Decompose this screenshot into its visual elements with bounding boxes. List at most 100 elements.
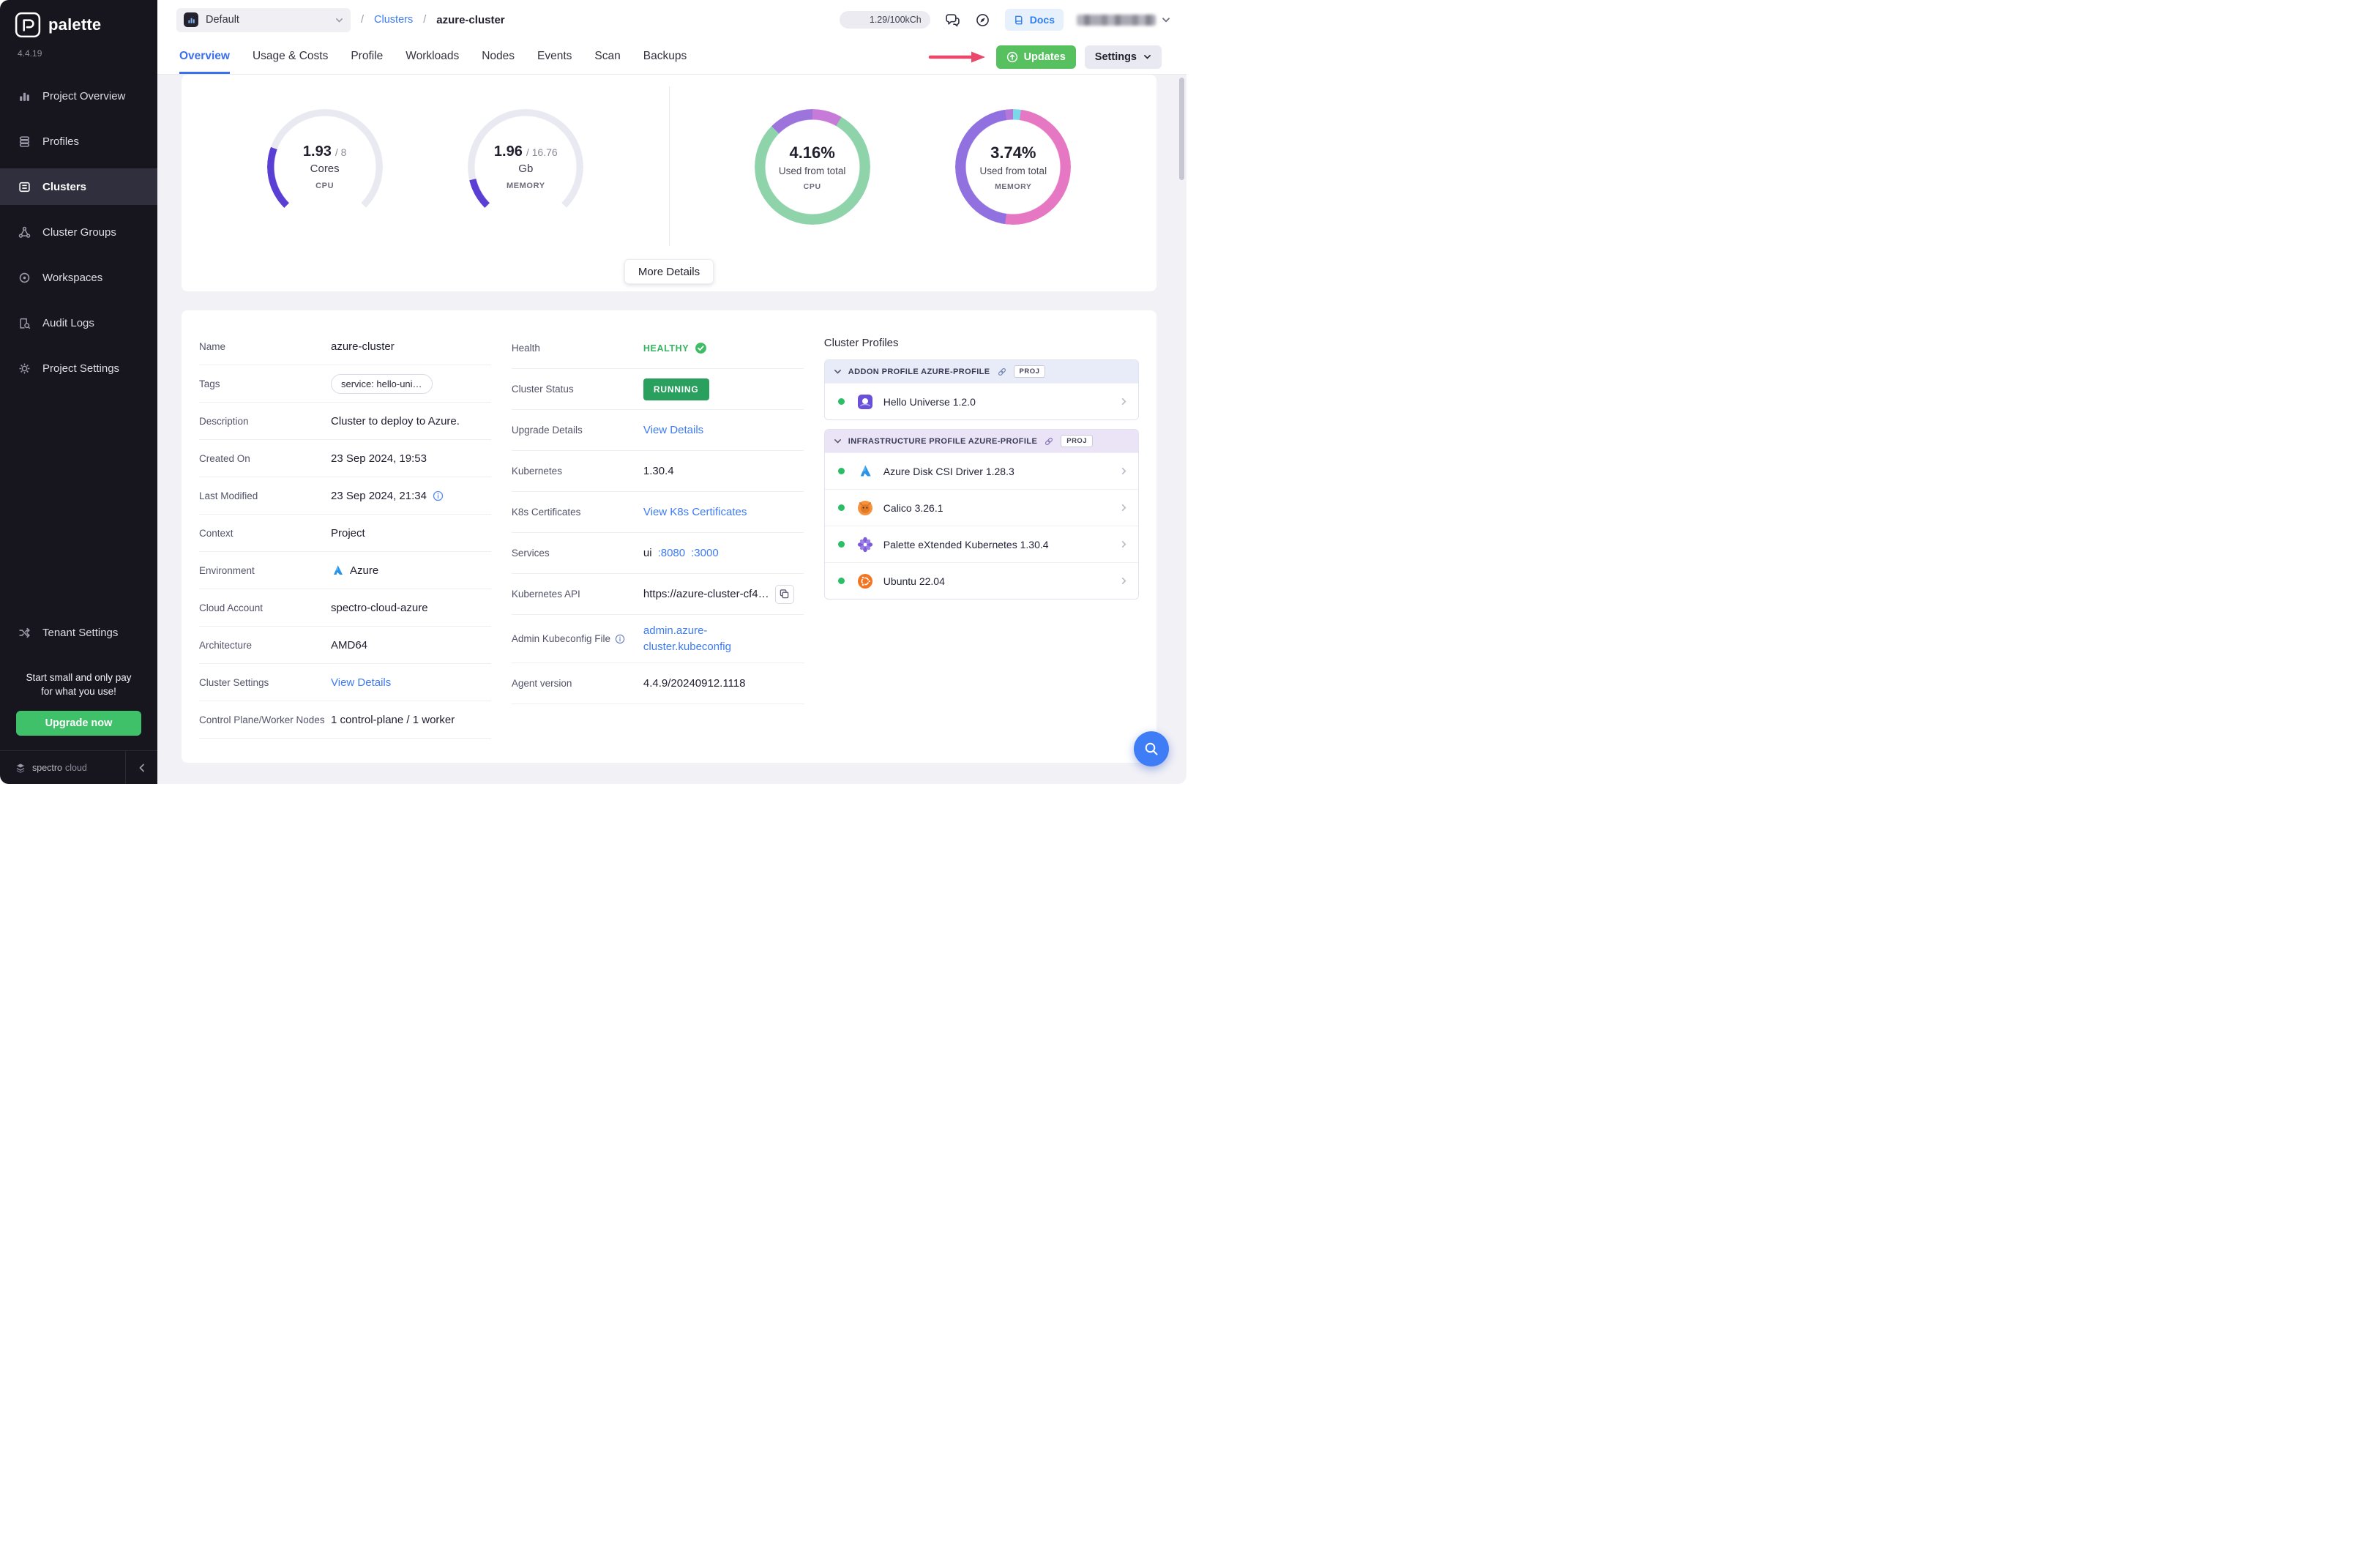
cpu-ring-label: CPU: [804, 182, 821, 191]
more-details-button[interactable]: More Details: [624, 259, 714, 284]
sidebar-item-tenant-settings[interactable]: Tenant Settings: [0, 615, 157, 652]
info-icon[interactable]: [433, 490, 444, 501]
admin-kubeconfig-link[interactable]: admin.azure-cluster.kubeconfig: [643, 623, 746, 655]
row-services: Services ui :8080 :3000: [512, 533, 804, 574]
row-label: Kubernetes API: [512, 589, 643, 600]
info-icon[interactable]: [615, 634, 625, 644]
copy-icon[interactable]: [775, 585, 794, 604]
promo-line-2: for what you use!: [0, 684, 157, 699]
chevron-left-icon: [138, 764, 146, 772]
chevron-right-icon: [1120, 397, 1128, 406]
stack-icon: [18, 135, 31, 148]
sidebar-footer: spectro cloud: [0, 750, 157, 784]
infrastructure-profile-title: INFRASTRUCTURE PROFILE AZURE-PROFILE: [848, 437, 1037, 446]
profile-item-ubuntu[interactable]: Ubuntu 22.04: [825, 562, 1138, 599]
chevron-right-icon: [1120, 577, 1128, 585]
cpu-ring-text: 4.16% Used from total CPU: [755, 109, 870, 225]
docs-button-label: Docs: [1030, 14, 1055, 26]
profile-item-name: Palette eXtended Kubernetes 1.30.4: [883, 539, 1049, 550]
search-icon: [1143, 741, 1159, 757]
profile-item-name: Azure Disk CSI Driver 1.28.3: [883, 466, 1014, 477]
compass-icon[interactable]: [974, 11, 992, 29]
sidebar-item-cluster-groups[interactable]: Cluster Groups: [0, 214, 157, 250]
memory-ring-label: MEMORY: [995, 182, 1031, 191]
tab-usage-costs[interactable]: Usage & Costs: [253, 40, 328, 74]
sidebar-item-audit-logs[interactable]: Audit Logs: [0, 305, 157, 341]
running-status-badge[interactable]: RUNNING: [643, 378, 709, 400]
row-control-plane-nodes: Control Plane/Worker Nodes 1 control-pla…: [199, 701, 491, 739]
search-fab-button[interactable]: [1134, 731, 1169, 766]
chevron-right-icon: [1120, 504, 1128, 512]
sidebar-item-profiles[interactable]: Profiles: [0, 123, 157, 160]
tab-nodes[interactable]: Nodes: [482, 40, 515, 74]
upgrade-view-details-link[interactable]: View Details: [643, 424, 703, 436]
sidebar-item-label: Profiles: [42, 135, 79, 148]
tab-workloads[interactable]: Workloads: [406, 40, 459, 74]
chat-icon[interactable]: [943, 11, 961, 29]
service-port-8080-link[interactable]: :8080: [658, 547, 686, 559]
cpu-used-percent: 4.16%: [789, 143, 834, 163]
chevron-down-icon: [1143, 53, 1151, 61]
cpu-gauge-text: 1.93/ 8 Cores CPU: [267, 109, 383, 225]
addon-profile-header[interactable]: ADDON PROFILE AZURE-PROFILE PROJ: [825, 360, 1138, 383]
row-label: Created On: [199, 453, 331, 464]
settings-button[interactable]: Settings: [1085, 45, 1162, 69]
breadcrumb-clusters-link[interactable]: Clusters: [374, 14, 413, 26]
row-kubernetes-api: Kubernetes API https://azure-cluster-cf4…: [512, 574, 804, 615]
status-dot: [838, 504, 845, 511]
row-label: Tags: [199, 378, 331, 389]
cluster-settings-view-details-link[interactable]: View Details: [331, 676, 391, 689]
upgrade-now-button[interactable]: Upgrade now: [16, 711, 141, 736]
infrastructure-profile-header[interactable]: INFRASTRUCTURE PROFILE AZURE-PROFILE PRO…: [825, 430, 1138, 452]
details-middle-column: Health HEALTHY Cluster Status RUNNING Up…: [512, 328, 804, 763]
row-label: Upgrade Details: [512, 425, 643, 436]
profile-item-hello-universe[interactable]: Hello Universe 1.2.0: [825, 383, 1138, 419]
architecture-value: AMD64: [331, 639, 491, 652]
service-port-3000-link[interactable]: :3000: [691, 547, 719, 559]
sidebar-item-workspaces[interactable]: Workspaces: [0, 259, 157, 296]
row-created-on: Created On 23 Sep 2024, 19:53: [199, 440, 491, 477]
row-label: K8s Certificates: [512, 507, 643, 518]
tab-profile[interactable]: Profile: [351, 40, 383, 74]
memory-usage-ring: 3.74% Used from total MEMORY: [955, 109, 1071, 225]
sidebar-item-label: Audit Logs: [42, 317, 94, 329]
row-label: Agent version: [512, 678, 643, 689]
sidebar-nav: Project Overview Profiles Clusters Clust…: [0, 78, 157, 387]
footer-word-spectro: spectro: [32, 763, 62, 773]
spectro-logo-icon: [15, 762, 26, 774]
shuffle-icon: [18, 627, 31, 640]
usage-rings: 4.16% Used from total CPU 3.74% Used fro…: [669, 94, 1156, 240]
sidebar-collapse-button[interactable]: [125, 751, 157, 784]
row-label: Cluster Status: [512, 384, 643, 395]
row-cluster-status: Cluster Status RUNNING: [512, 369, 804, 410]
tab-scan[interactable]: Scan: [594, 40, 620, 74]
link-icon: [997, 367, 1007, 377]
tab-overview[interactable]: Overview: [179, 40, 230, 74]
user-account-menu[interactable]: [1077, 15, 1170, 26]
last-modified-value: 23 Sep 2024, 21:34: [331, 490, 427, 502]
agent-version-value: 4.4.9/20240912.1118: [643, 677, 804, 690]
sidebar-item-project-settings[interactable]: Project Settings: [0, 350, 157, 387]
tab-events[interactable]: Events: [537, 40, 572, 74]
cluster-profiles-title: Cluster Profiles: [824, 337, 1139, 349]
sidebar-item-project-overview[interactable]: Project Overview: [0, 78, 157, 114]
docs-button[interactable]: Docs: [1005, 9, 1064, 31]
tab-backups[interactable]: Backups: [643, 40, 687, 74]
project-selector[interactable]: Default: [176, 8, 351, 32]
status-dot: [838, 468, 845, 474]
profile-item-azure-csi[interactable]: Azure Disk CSI Driver 1.28.3: [825, 452, 1138, 489]
profile-item-palette-extended-k8s[interactable]: Palette eXtended Kubernetes 1.30.4: [825, 526, 1138, 562]
target-icon: [18, 271, 31, 284]
row-architecture: Architecture AMD64: [199, 627, 491, 664]
scrollbar-thumb[interactable]: [1179, 78, 1184, 180]
sidebar-item-clusters[interactable]: Clusters: [0, 168, 157, 205]
row-label: Services: [512, 548, 643, 559]
row-label: Cluster Settings: [199, 677, 331, 688]
updates-button[interactable]: Updates: [996, 45, 1076, 69]
breadcrumb-current: azure-cluster: [436, 14, 504, 26]
palette-logo-icon: [15, 12, 41, 38]
user-name-blurred: [1077, 15, 1156, 26]
bar-chart-icon: [18, 89, 31, 102]
profile-item-calico[interactable]: Calico 3.26.1: [825, 489, 1138, 526]
view-k8s-certificates-link[interactable]: View K8s Certificates: [643, 506, 747, 518]
